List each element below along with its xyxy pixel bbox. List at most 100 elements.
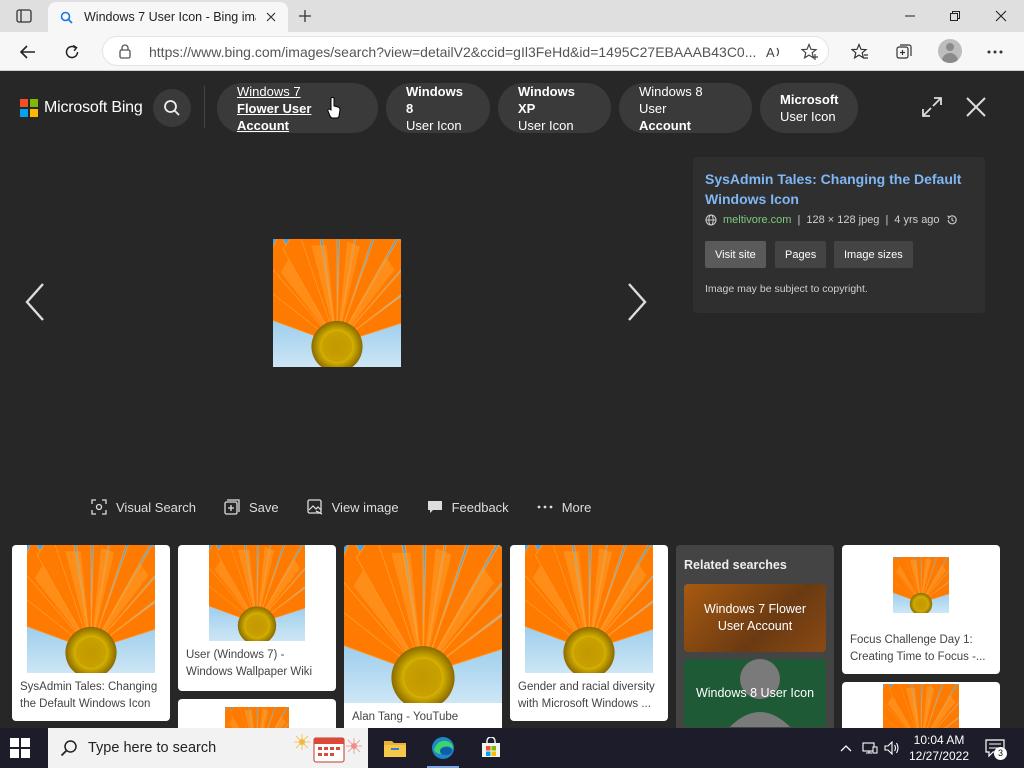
tab-actions-icon[interactable] bbox=[8, 5, 40, 27]
new-tab-icon[interactable] bbox=[294, 5, 316, 27]
result-card-3[interactable]: Alan Tang - YouTube bbox=[344, 545, 502, 735]
result-thumbnail[interactable] bbox=[883, 684, 959, 732]
related-chip-windows-7-flower-user-account[interactable]: Windows 7 Flower User Account bbox=[217, 83, 378, 133]
back-icon[interactable] bbox=[14, 38, 42, 66]
search-icon bbox=[60, 740, 77, 757]
result-caption[interactable]: SysAdmin Tales: Changing the Default Win… bbox=[20, 679, 166, 713]
result-thumbnail[interactable] bbox=[344, 545, 502, 703]
favorites-icon[interactable] bbox=[846, 38, 874, 66]
read-aloud-icon[interactable]: A bbox=[763, 41, 785, 63]
image-actions-bar: Visual Search Save View image Feedback M… bbox=[90, 496, 618, 518]
tab-title: Windows 7 User Icon - Bing images bbox=[84, 10, 256, 24]
result-thumbnail[interactable] bbox=[525, 545, 653, 673]
history-icon bbox=[946, 215, 957, 225]
result-thumbnail[interactable] bbox=[27, 545, 155, 673]
taskbar-search-box[interactable]: Type here to search bbox=[48, 728, 368, 768]
profile-avatar[interactable] bbox=[938, 39, 962, 63]
image-age: 4 yrs ago bbox=[894, 214, 940, 226]
show-hidden-icons-chevron-up-icon[interactable] bbox=[838, 740, 854, 756]
meta-separator: | bbox=[885, 214, 889, 226]
result-card-7[interactable] bbox=[842, 682, 1000, 732]
search-icon bbox=[164, 100, 180, 116]
related-chip-windows-xp-user-icon[interactable]: Windows XP User Icon bbox=[498, 83, 611, 133]
result-card-1[interactable]: SysAdmin Tales: Changing the Default Win… bbox=[12, 545, 170, 721]
lock-icon[interactable] bbox=[117, 43, 133, 59]
image-source-title-link[interactable]: SysAdmin Tales: Changing the Default Win… bbox=[705, 169, 973, 209]
volume-icon[interactable] bbox=[884, 740, 900, 756]
source-site-link[interactable]: meltivore.com bbox=[723, 214, 791, 226]
image-dimensions: 128 × 128 jpeg bbox=[806, 214, 880, 226]
copyright-notice: Image may be subject to copyright. bbox=[705, 283, 868, 295]
refresh-icon[interactable] bbox=[58, 38, 86, 66]
view-image-icon bbox=[306, 498, 324, 516]
visit-site-button[interactable]: Visit site bbox=[705, 241, 766, 268]
microsoft-logo-icon[interactable] bbox=[20, 99, 38, 117]
network-icon[interactable] bbox=[862, 740, 878, 756]
edge-browser-icon[interactable] bbox=[419, 728, 467, 768]
image-info-panel: SysAdmin Tales: Changing the Default Win… bbox=[693, 157, 985, 313]
meta-separator: | bbox=[797, 214, 801, 226]
result-caption[interactable]: Alan Tang - YouTube bbox=[352, 709, 498, 726]
restore-icon[interactable] bbox=[940, 4, 970, 28]
result-card-2[interactable]: User (Windows 7) - Windows Wallpaper Wik… bbox=[178, 545, 336, 691]
holiday-calendar-icon bbox=[294, 734, 362, 763]
result-card-4[interactable]: Gender and racial diversity with Microso… bbox=[510, 545, 668, 721]
svg-text:A: A bbox=[766, 45, 775, 60]
feedback-button[interactable]: Feedback bbox=[426, 498, 509, 516]
windows-taskbar: Type here to search 10:04 AM 12/27/2022 … bbox=[0, 728, 1024, 768]
image-sizes-button[interactable]: Image sizes bbox=[834, 241, 913, 268]
search-button[interactable] bbox=[153, 89, 191, 127]
start-button-windows-icon[interactable] bbox=[10, 738, 30, 758]
related-chip-windows-8-user-icon[interactable]: Windows 8 User Icon bbox=[386, 83, 490, 133]
related-searches-heading: Related searches bbox=[684, 558, 787, 572]
microsoft-store-icon[interactable] bbox=[467, 728, 515, 768]
result-thumbnail[interactable] bbox=[893, 557, 949, 613]
settings-more-icon[interactable] bbox=[981, 38, 1009, 66]
url-text[interactable]: https://www.bing.com/images/search?view=… bbox=[149, 44, 761, 60]
minimize-icon[interactable] bbox=[895, 4, 925, 28]
system-clock[interactable]: 10:04 AM 12/27/2022 bbox=[906, 732, 972, 764]
related-chip-windows-8-user-account[interactable]: Windows 8 User Account bbox=[619, 83, 752, 133]
globe-icon bbox=[705, 214, 717, 226]
bing-search-favicon-icon bbox=[58, 9, 74, 25]
save-button[interactable]: Save bbox=[223, 498, 279, 516]
active-tab[interactable]: Windows 7 User Icon - Bing images bbox=[48, 2, 288, 32]
browser-toolbar: https://www.bing.com/images/search?view=… bbox=[0, 32, 1024, 71]
notification-count-badge: 3 bbox=[994, 747, 1007, 760]
feedback-icon bbox=[426, 498, 444, 516]
bing-brand[interactable]: Microsoft Bing bbox=[44, 99, 143, 117]
collections-icon[interactable] bbox=[890, 38, 918, 66]
close-viewer-icon[interactable] bbox=[961, 92, 991, 122]
address-bar[interactable]: https://www.bing.com/images/search?view=… bbox=[102, 36, 829, 66]
clock-time: 10:04 AM bbox=[913, 733, 965, 747]
visual-search-icon bbox=[90, 498, 108, 516]
previous-image-icon[interactable] bbox=[20, 280, 50, 324]
related-searches-panel: Related searches Windows 7 Flower User A… bbox=[676, 545, 834, 731]
main-image-orange-flower[interactable] bbox=[273, 239, 401, 367]
close-window-icon[interactable] bbox=[986, 4, 1016, 28]
clock-date: 12/27/2022 bbox=[908, 749, 970, 763]
result-card-5[interactable]: Focus Challenge Day 1: Creating Time to … bbox=[842, 545, 1000, 674]
pages-button[interactable]: Pages bbox=[775, 241, 827, 268]
result-caption[interactable]: Gender and racial diversity with Microso… bbox=[518, 679, 664, 713]
save-icon bbox=[223, 498, 241, 516]
mouse-cursor-hand-icon bbox=[327, 97, 341, 119]
header-divider bbox=[204, 86, 205, 128]
image-meta: meltivore.com | 128 × 128 jpeg | 4 yrs a… bbox=[705, 214, 958, 226]
result-caption[interactable]: Focus Challenge Day 1: Creating Time to … bbox=[850, 632, 996, 666]
file-explorer-icon[interactable] bbox=[371, 728, 419, 768]
add-favorite-icon[interactable] bbox=[799, 41, 821, 63]
more-button[interactable]: More bbox=[536, 498, 591, 516]
expand-icon[interactable] bbox=[917, 92, 947, 122]
related-search-windows-8-user-icon[interactable]: Windows 8 User Icon bbox=[684, 659, 826, 727]
related-chip-microsoft-user-icon[interactable]: Microsoft User Icon bbox=[760, 83, 858, 133]
close-tab-icon[interactable] bbox=[262, 8, 280, 26]
result-caption[interactable]: User (Windows 7) - Windows Wallpaper Wik… bbox=[186, 647, 332, 681]
next-image-icon[interactable] bbox=[622, 280, 652, 324]
view-image-button[interactable]: View image bbox=[306, 498, 399, 516]
visual-search-button[interactable]: Visual Search bbox=[90, 498, 196, 516]
related-search-windows-7-flower-user-account[interactable]: Windows 7 Flower User Account bbox=[684, 584, 826, 652]
more-icon bbox=[536, 498, 554, 516]
result-thumbnail[interactable] bbox=[209, 545, 305, 641]
taskbar-search-placeholder: Type here to search bbox=[88, 740, 217, 756]
